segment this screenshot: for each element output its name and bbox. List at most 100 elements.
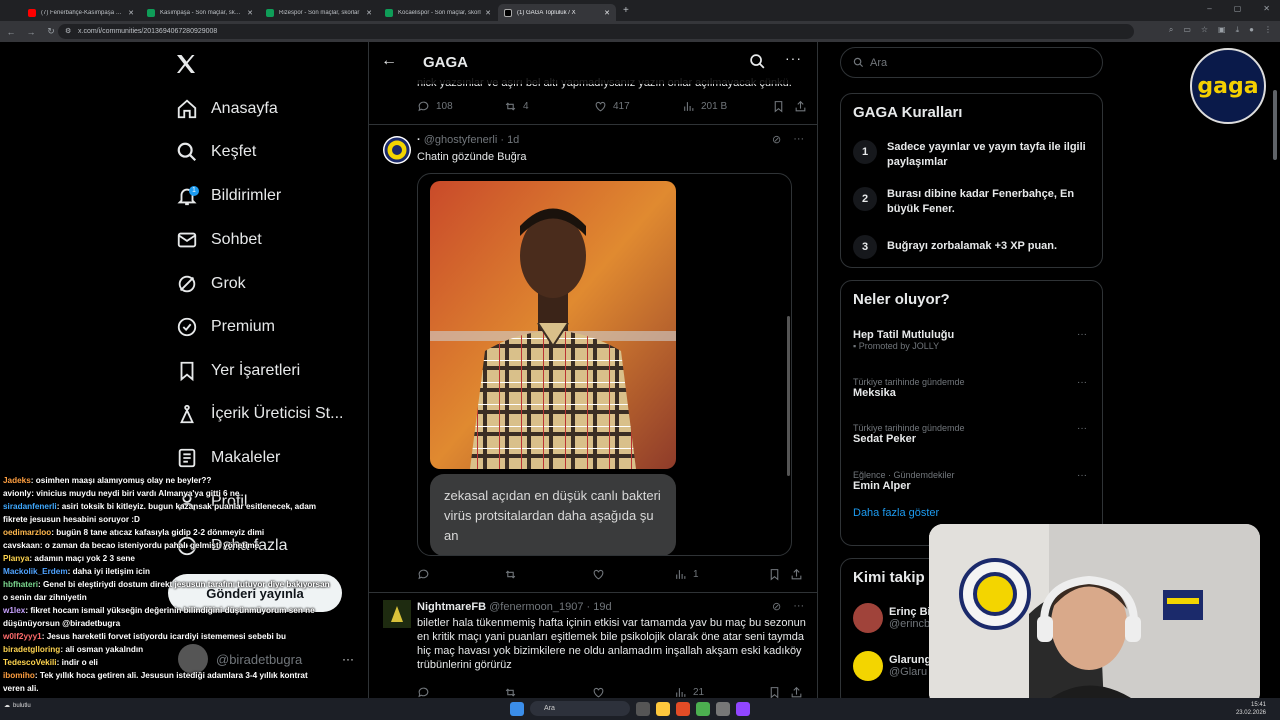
browser-tab[interactable]: (1) GAGA Topluluk / X ✕: [498, 4, 616, 21]
close-tab-icon[interactable]: ✕: [128, 9, 134, 17]
bookmark-icon[interactable]: [768, 568, 790, 581]
new-tab-button[interactable]: +: [623, 5, 629, 16]
windows-start-icon[interactable]: [510, 701, 524, 716]
reply-button[interactable]: 108: [417, 100, 504, 113]
chrome-icon[interactable]: [696, 701, 710, 716]
chat-nick[interactable]: biradetglloring: [3, 645, 60, 654]
system-clock[interactable]: 15:41 23.02.2026: [1236, 701, 1266, 717]
search-icon[interactable]: [749, 53, 766, 75]
back-icon[interactable]: ←: [2, 27, 20, 37]
browser-tab[interactable]: (7) Fenerbahçe-Kasımpaşa Maç ✕: [22, 4, 140, 21]
close-window-icon[interactable]: ✕: [1263, 4, 1270, 13]
x-logo-icon[interactable]: [174, 52, 198, 82]
chat-nick[interactable]: TedescoVekili: [3, 658, 57, 667]
chat-nick[interactable]: siradanfenerli: [3, 502, 57, 511]
cast-icon[interactable]: ▭: [1183, 25, 1191, 35]
nav-item-article[interactable]: Makaleler: [176, 443, 280, 473]
chat-nick[interactable]: ibomiho: [3, 671, 35, 680]
file-explorer-icon[interactable]: [656, 701, 670, 716]
url-field[interactable]: ⚙ x.com/i/communities/201369406728092900…: [58, 24, 1134, 39]
page-scrollbar[interactable]: [1273, 90, 1277, 160]
like-button[interactable]: 417: [594, 100, 682, 113]
task-view-icon[interactable]: [636, 701, 650, 716]
like-button[interactable]: [592, 568, 674, 581]
user-handle[interactable]: @fenermoon_1907: [489, 601, 583, 613]
reply-button[interactable]: [417, 568, 504, 581]
chat-nick[interactable]: w0lf2yyy1: [3, 632, 42, 641]
chat-nick[interactable]: Mackolik_Erdem: [3, 567, 68, 576]
brave-icon[interactable]: [676, 701, 690, 716]
avatar[interactable]: [383, 600, 411, 628]
display-name[interactable]: NightmareFB: [417, 601, 486, 613]
close-tab-icon[interactable]: ✕: [604, 9, 610, 17]
twitch-icon[interactable]: [736, 701, 750, 716]
share-icon[interactable]: [794, 100, 813, 113]
chat-nick[interactable]: w1lex: [3, 606, 25, 615]
menu-icon[interactable]: ⋮: [1264, 25, 1272, 35]
post-media[interactable]: zekasal açıdan en düşük canlı bakteri vi…: [417, 173, 792, 556]
repost-button[interactable]: 4: [504, 100, 594, 113]
scrollbar[interactable]: [787, 316, 790, 476]
nav-item-bookmark[interactable]: Yer İşaretleri: [176, 356, 300, 386]
share-icon[interactable]: [790, 568, 809, 581]
grok-icon[interactable]: ⊘: [772, 133, 781, 146]
nav-item-bell[interactable]: 1 Bildirimler: [176, 181, 281, 211]
post-time[interactable]: · 19d: [587, 601, 612, 613]
profile-icon[interactable]: ●: [1249, 25, 1254, 35]
browser-tab[interactable]: Kasımpaşa - Son maçlar, skorlar ✕: [141, 4, 259, 21]
search-input[interactable]: Ara: [840, 47, 1103, 78]
post-photo[interactable]: [430, 181, 676, 469]
trend-item[interactable]: Hep Tatil Mutluluğu ▪ Promoted by JOLLY …: [853, 329, 1093, 351]
nav-item-mail[interactable]: Sohbet: [176, 225, 262, 255]
more-icon[interactable]: ···: [793, 133, 804, 146]
display-name[interactable]: ·: [417, 134, 421, 146]
maximize-icon[interactable]: ▢: [1234, 4, 1242, 13]
weather-widget[interactable]: ☁ bulutlu: [4, 702, 31, 710]
follow-suggestion[interactable]: Erinç Bi @erincb: [853, 603, 931, 633]
back-arrow-icon[interactable]: ←: [381, 52, 397, 70]
minimize-icon[interactable]: –: [1207, 4, 1211, 13]
views-button[interactable]: 201 B: [682, 100, 772, 113]
more-icon[interactable]: ···: [1077, 329, 1087, 340]
nav-item-home[interactable]: Anasayfa: [176, 94, 278, 124]
more-icon[interactable]: ···: [1077, 423, 1087, 434]
avatar[interactable]: [383, 136, 411, 164]
close-tab-icon[interactable]: ✕: [366, 9, 372, 17]
chat-nick[interactable]: avionly: [3, 489, 31, 498]
nav-item-verified[interactable]: Premium: [176, 312, 275, 342]
chat-nick[interactable]: Planya: [3, 554, 29, 563]
user-handle[interactable]: @ghostyfenerli: [424, 134, 498, 146]
forward-icon[interactable]: →: [22, 27, 40, 37]
browser-tab[interactable]: Kocaelispor - Son maçlar, skorl ✕: [379, 4, 497, 21]
show-more-link[interactable]: Daha fazla göster: [853, 507, 939, 519]
more-icon[interactable]: ···: [1077, 377, 1087, 388]
trend-item[interactable]: Eğlence · Gündemdekiler Emin Alper ···: [853, 470, 1093, 492]
chat-nick[interactable]: oedimarzloo: [3, 528, 51, 537]
star-icon[interactable]: ☆: [1201, 25, 1208, 35]
site-info-icon[interactable]: ⚙: [65, 27, 71, 35]
post-time[interactable]: · 1d: [500, 134, 519, 146]
views-button[interactable]: 1: [674, 568, 768, 581]
zoom-icon[interactable]: ⌕: [1169, 25, 1173, 35]
taskbar-search[interactable]: Ara: [530, 701, 630, 716]
chat-nick[interactable]: hbfhateri: [3, 580, 38, 589]
app-icon[interactable]: [716, 701, 730, 716]
browser-tab[interactable]: Rizespor - Son maçlar, skorlar ✕: [260, 4, 378, 21]
extension-icon[interactable]: ▣: [1218, 25, 1226, 35]
close-tab-icon[interactable]: ✕: [247, 9, 253, 17]
repost-button[interactable]: [504, 568, 592, 581]
close-tab-icon[interactable]: ✕: [485, 9, 491, 17]
nav-item-search[interactable]: Keşfet: [176, 137, 256, 167]
more-icon[interactable]: ···: [1077, 470, 1087, 481]
follow-suggestion[interactable]: Glarung @Glaru: [853, 651, 931, 681]
chat-nick[interactable]: cavskaan: [3, 541, 40, 550]
bookmark-icon[interactable]: [772, 100, 794, 113]
trend-item[interactable]: Türkiye tarihinde gündemde Meksika ···: [853, 377, 1093, 399]
chat-nick[interactable]: Jadeks: [3, 476, 31, 485]
nav-item-creator[interactable]: İçerik Üreticisi St...: [176, 399, 343, 429]
trend-item[interactable]: Türkiye tarihinde gündemde Sedat Peker ·…: [853, 423, 1093, 445]
more-icon[interactable]: ···: [342, 652, 354, 666]
download-icon[interactable]: ⤓: [1236, 25, 1240, 35]
more-icon[interactable]: ···: [793, 600, 804, 613]
more-icon[interactable]: ···: [785, 50, 802, 66]
